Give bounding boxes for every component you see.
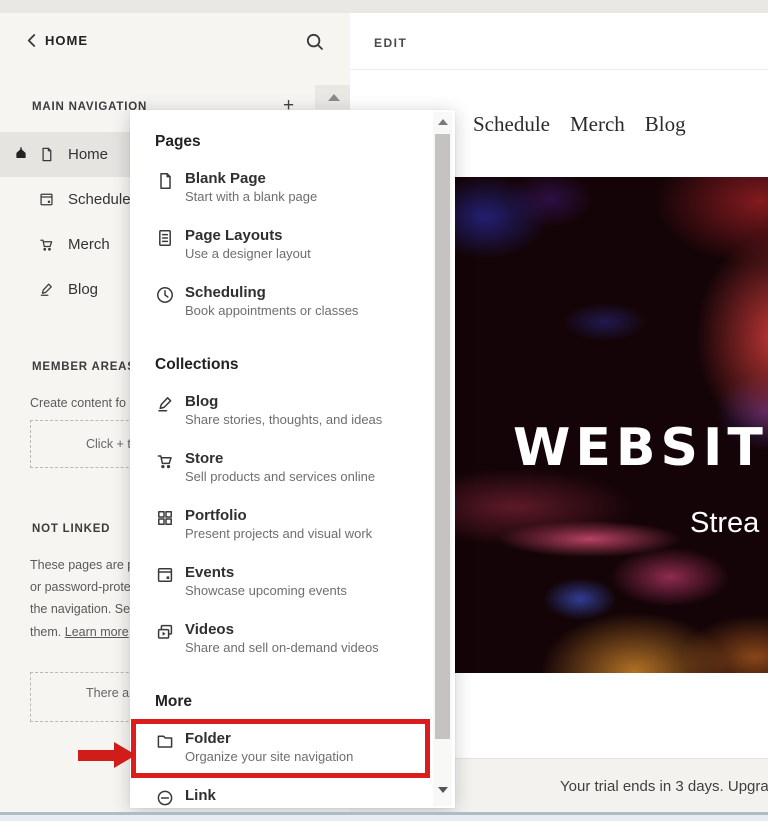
trial-banner-text[interactable]: Your trial ends in 3 days. Upgrad [560,778,768,795]
menu-item-scheduling[interactable]: Scheduling Book appointments or classes [155,284,409,318]
site-nav-merch[interactable]: Merch [570,112,625,137]
placeholder-text: There a [86,686,130,700]
menu-item-blank-page[interactable]: Blank Page Start with a blank page [155,170,409,204]
page-icon [38,146,55,163]
learn-more-link[interactable]: Learn more [65,625,129,639]
sidebar-item-label: Home [68,146,109,163]
scrollbar-up-button[interactable] [433,112,452,132]
pen-icon [155,394,175,414]
grid-icon [155,508,175,528]
menu-item-page-layouts[interactable]: Page Layouts Use a designer layout [155,227,409,261]
window-top-strip [0,0,768,13]
page-layouts-icon [155,228,175,248]
member-areas-label: MEMBER AREAS [32,361,136,373]
edit-button[interactable]: EDIT [374,36,407,50]
folder-highlight-box [131,719,430,778]
menu-item-blog[interactable]: Blog Share stories, thoughts, and ideas [155,393,409,427]
sidebar-item-label: Blog [68,281,99,298]
home-icon [14,146,28,160]
triangle-up-icon [437,119,448,125]
clock-icon [155,285,175,305]
not-linked-description: These pages are p or password-prote the … [30,558,135,639]
calendar-icon [38,191,55,208]
scrollbar-thumb[interactable] [435,134,450,739]
menu-item-videos[interactable]: Videos Share and sell on-demand videos [155,621,409,655]
video-icon [155,622,175,642]
back-button-label: HOME [45,33,88,48]
chevron-left-icon [26,33,37,48]
link-icon [155,788,175,808]
search-button[interactable] [305,32,325,52]
menu-item-link[interactable]: Link [155,787,409,808]
placeholder-text: Click + t [86,437,131,451]
menu-item-portfolio[interactable]: Portfolio Present projects and visual wo… [155,507,409,541]
site-nav-blog[interactable]: Blog [645,112,686,137]
hero-subheadline: Strea [690,507,760,539]
dropdown-section-more: More [155,693,193,710]
add-page-dropdown: Pages Blank Page Start with a blank page… [130,110,455,808]
hero-headline: WEBSIT [513,418,768,478]
sidebar-scroll-up-button[interactable] [315,85,352,109]
menu-item-events[interactable]: Events Showcase upcoming events [155,564,409,598]
dropdown-section-pages: Pages [155,133,201,150]
pen-icon [38,281,55,298]
not-linked-label: NOT LINKED [32,523,111,535]
cart-icon [155,451,175,471]
blank-page-icon [155,171,175,191]
window-bottom-fill [0,815,768,821]
sidebar-item-label: Merch [68,236,110,253]
hero-banner-image: WEBSIT Strea [455,177,768,673]
scrollbar-down-button[interactable] [433,780,452,800]
back-to-home-button[interactable]: HOME [26,33,88,48]
cart-icon [38,236,55,253]
calendar-icon [155,565,175,585]
dropdown-section-collections: Collections [155,356,239,373]
preview-edit-bar: EDIT [350,13,768,70]
member-areas-description: Create content fo [30,396,126,410]
sidebar-item-label: Schedule [68,191,131,208]
search-icon [305,32,325,52]
triangle-down-icon [437,787,448,793]
dropdown-scrollbar[interactable] [433,112,452,806]
menu-item-store[interactable]: Store Sell products and services online [155,450,409,484]
red-arrow-head-icon [114,742,136,768]
red-arrow [78,750,118,761]
site-navigation: Schedule Merch Blog [473,112,686,137]
triangle-up-icon [327,93,340,101]
site-nav-schedule[interactable]: Schedule [473,112,550,137]
